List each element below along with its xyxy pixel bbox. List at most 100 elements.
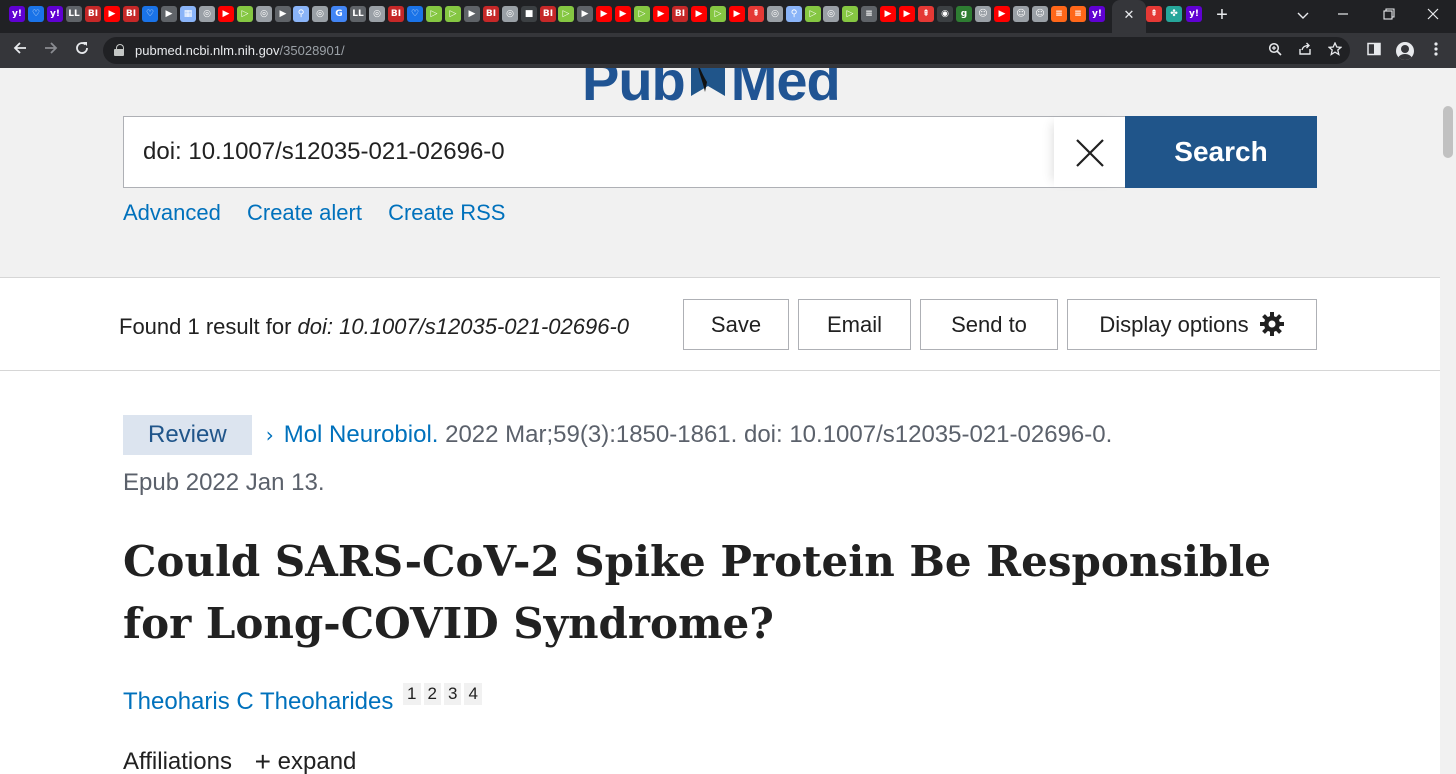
forward-button[interactable] bbox=[40, 40, 62, 62]
tab-substack-icon[interactable]: g bbox=[956, 6, 972, 22]
tab-avatar-icon[interactable]: ☺ bbox=[1032, 6, 1048, 22]
tab-youtube-icon[interactable]: ▶ bbox=[899, 6, 915, 22]
profile-avatar-icon[interactable] bbox=[1396, 42, 1414, 60]
tab-youtube-icon[interactable]: ▶ bbox=[615, 6, 631, 22]
tab-business-insider-icon[interactable]: BI bbox=[85, 6, 101, 22]
tab-youtube-icon[interactable]: ▶ bbox=[880, 6, 896, 22]
tab-youtube-icon[interactable]: ▶ bbox=[653, 6, 669, 22]
tab-globe-icon[interactable]: ◎ bbox=[256, 6, 272, 22]
new-tab-button[interactable]: + bbox=[1212, 4, 1232, 26]
zoom-icon[interactable] bbox=[1266, 42, 1284, 60]
tab-rumble-icon[interactable]: ▷ bbox=[805, 6, 821, 22]
tab-rumble-icon[interactable]: ▷ bbox=[445, 6, 461, 22]
display-options-button[interactable]: Display options bbox=[1067, 299, 1317, 350]
pubmed-logo[interactable]: Pub Med bbox=[582, 68, 841, 112]
tab-gettr-icon[interactable]: ⇞ bbox=[748, 6, 764, 22]
tab-globe-icon[interactable]: ◎ bbox=[502, 6, 518, 22]
tab-google-icon[interactable]: G bbox=[331, 6, 347, 22]
tab-leaf-icon[interactable]: ✤ bbox=[1166, 6, 1182, 22]
tab-globe-icon[interactable]: ◎ bbox=[823, 6, 839, 22]
affiliation-ref[interactable]: 1 bbox=[403, 683, 421, 705]
tab-business-insider-icon[interactable]: BI bbox=[123, 6, 139, 22]
clear-search-button[interactable] bbox=[1054, 117, 1126, 187]
close-window-icon[interactable] bbox=[1410, 3, 1456, 29]
tab-rumble-icon[interactable]: ▷ bbox=[237, 6, 253, 22]
tab-dark-icon[interactable]: ■ bbox=[521, 6, 537, 22]
share-icon[interactable] bbox=[1296, 42, 1314, 60]
side-panel-icon[interactable] bbox=[1364, 41, 1384, 61]
tab-yahoo-icon[interactable]: y! bbox=[1186, 6, 1202, 22]
tab-rumble-icon[interactable]: ▷ bbox=[426, 6, 442, 22]
tab-business-insider-icon[interactable]: BI bbox=[483, 6, 499, 22]
tab-globe-icon[interactable]: ◎ bbox=[199, 6, 215, 22]
tab-substack-icon[interactable]: ≡ bbox=[1070, 6, 1086, 22]
tab-rumble-icon[interactable]: ▷ bbox=[558, 6, 574, 22]
tab-gettr-icon[interactable]: ⇞ bbox=[918, 6, 934, 22]
minimize-icon[interactable] bbox=[1320, 3, 1366, 29]
tab-globe-icon[interactable]: ◎ bbox=[369, 6, 385, 22]
address-bar[interactable]: pubmed.ncbi.nlm.nih.gov/35028901/ bbox=[103, 37, 1350, 64]
tab-business-insider-icon[interactable]: BI bbox=[388, 6, 404, 22]
back-button[interactable] bbox=[9, 40, 31, 62]
tab-play-icon[interactable]: ▶ bbox=[464, 6, 480, 22]
tab-youtube-icon[interactable]: ▶ bbox=[104, 6, 120, 22]
tab-rumble-icon[interactable]: ▷ bbox=[634, 6, 650, 22]
tab-play-icon[interactable]: ▶ bbox=[275, 6, 291, 22]
tab-gettr-icon[interactable]: ⇞ bbox=[1146, 6, 1162, 22]
email-button[interactable]: Email bbox=[798, 299, 911, 350]
tab-avatar-icon[interactable]: ☺ bbox=[1013, 6, 1029, 22]
tab-search-icon[interactable]: ⚲ bbox=[293, 6, 309, 22]
tab-yahoo-icon[interactable]: y! bbox=[1089, 6, 1105, 22]
tab-business-insider-icon[interactable]: BI bbox=[672, 6, 688, 22]
tab-substack-icon[interactable]: ≡ bbox=[1051, 6, 1067, 22]
tab-youtube-icon[interactable]: ▶ bbox=[218, 6, 234, 22]
tab-doc-icon[interactable]: ▦ bbox=[180, 6, 196, 22]
tab-shield-icon[interactable]: ♡ bbox=[142, 6, 158, 22]
tab-youtube-icon[interactable]: ▶ bbox=[596, 6, 612, 22]
tab-youtube-icon[interactable]: ▶ bbox=[729, 6, 745, 22]
scrollbar-thumb[interactable] bbox=[1443, 106, 1453, 158]
affiliation-ref[interactable]: 2 bbox=[423, 683, 441, 705]
tab-globe-icon[interactable]: ◎ bbox=[767, 6, 783, 22]
tab-lifesite-icon[interactable]: LL bbox=[350, 6, 366, 22]
journal-link[interactable]: Mol Neurobiol. bbox=[284, 421, 439, 448]
menu-kebab-icon[interactable] bbox=[1426, 41, 1446, 61]
tab-business-insider-icon[interactable]: BI bbox=[540, 6, 556, 22]
tab-rumble-icon[interactable]: ▷ bbox=[842, 6, 858, 22]
lock-icon[interactable] bbox=[114, 44, 124, 56]
tab-lifesite-icon[interactable]: LL bbox=[66, 6, 82, 22]
create-rss-link[interactable]: Create RSS bbox=[388, 200, 505, 225]
reload-button[interactable] bbox=[71, 40, 93, 62]
bookmark-star-icon[interactable] bbox=[1326, 41, 1344, 60]
tab-youtube-icon[interactable]: ▶ bbox=[994, 6, 1010, 22]
tab-rumble-icon[interactable]: ▷ bbox=[710, 6, 726, 22]
restore-icon[interactable] bbox=[1366, 3, 1412, 29]
active-tab[interactable]: ✕ bbox=[1112, 0, 1146, 33]
tab-shield-icon[interactable]: ♡ bbox=[407, 6, 423, 22]
page-scrollbar[interactable] bbox=[1440, 68, 1456, 774]
tab-search-icon[interactable]: ⚲ bbox=[786, 6, 802, 22]
url-text[interactable]: pubmed.ncbi.nlm.nih.gov/35028901/ bbox=[135, 43, 345, 58]
affiliation-ref[interactable]: 4 bbox=[464, 683, 482, 705]
advanced-link[interactable]: Advanced bbox=[123, 200, 221, 225]
tab-play-icon[interactable]: ▶ bbox=[577, 6, 593, 22]
save-button[interactable]: Save bbox=[683, 299, 789, 350]
search-input[interactable] bbox=[124, 117, 1054, 187]
tab-shield-icon[interactable]: ♡ bbox=[28, 6, 44, 22]
close-tab-icon[interactable]: ✕ bbox=[1112, 8, 1146, 24]
create-alert-link[interactable]: Create alert bbox=[247, 200, 362, 225]
send-to-button[interactable]: Send to bbox=[920, 299, 1058, 350]
author-link[interactable]: Theoharis C Theoharides bbox=[123, 688, 393, 715]
tab-avatar-icon[interactable]: ☺ bbox=[975, 6, 991, 22]
tab-yahoo-icon[interactable]: y! bbox=[47, 6, 63, 22]
affiliation-ref[interactable]: 3 bbox=[443, 683, 462, 705]
tab-yahoo-icon[interactable]: y! bbox=[9, 6, 25, 22]
plus-icon: + bbox=[254, 746, 271, 774]
tab-play-icon[interactable]: ▶ bbox=[161, 6, 177, 22]
search-button[interactable]: Search bbox=[1125, 116, 1317, 188]
affiliations-toggle[interactable]: Affiliations + expand bbox=[123, 746, 1313, 774]
tab-globe-icon[interactable]: ◎ bbox=[312, 6, 328, 22]
tab-dark-icon[interactable]: ◉ bbox=[937, 6, 953, 22]
tab-news-icon[interactable]: ≡ bbox=[861, 6, 877, 22]
tab-youtube-icon[interactable]: ▶ bbox=[691, 6, 707, 22]
